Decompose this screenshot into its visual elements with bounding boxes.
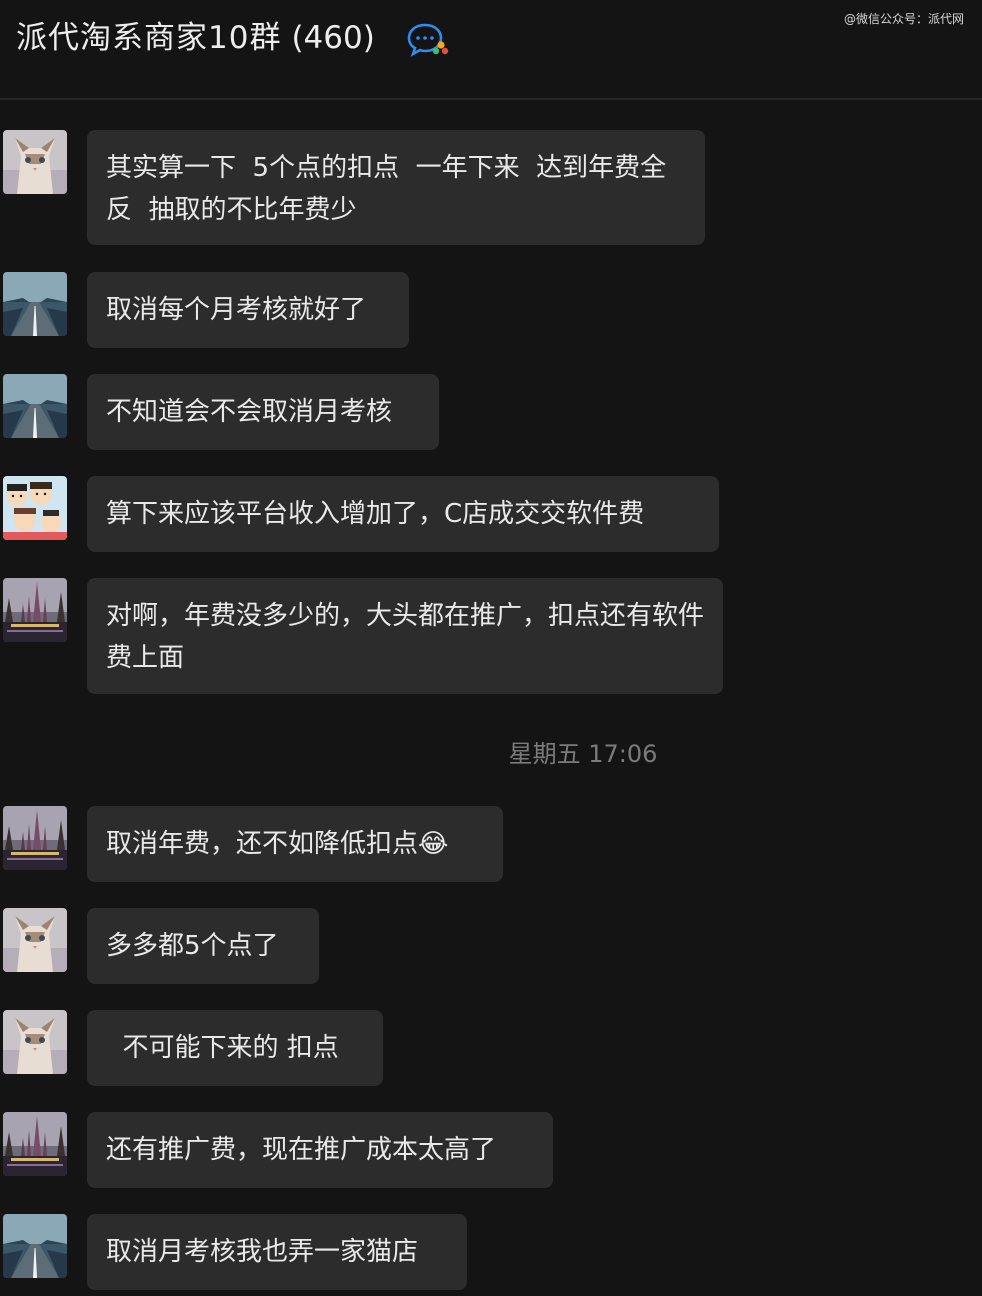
- message-bubble[interactable]: 取消每个月考核就好了: [87, 272, 409, 348]
- message-bubble[interactable]: 多多都5个点了: [87, 908, 319, 984]
- avatar-road[interactable]: [3, 374, 67, 438]
- message-list[interactable]: 其实算一下 5个点的扣点 一年下来 达到年费全反 抽取的不比年费少 取消每个月考…: [0, 100, 982, 1296]
- avatar-castle[interactable]: [3, 578, 67, 642]
- message-bubble[interactable]: 不知道会不会取消月考核: [87, 374, 439, 450]
- message-bubble[interactable]: 对啊，年费没多少的，大头都在推广，扣点还有软件费上面: [87, 578, 723, 694]
- avatar-road[interactable]: [3, 1214, 67, 1278]
- avatar-cartoon[interactable]: [3, 476, 67, 540]
- chat-bubbles-icon[interactable]: [406, 22, 450, 58]
- timestamp: 星期五 17:06: [508, 740, 658, 768]
- avatar-castle[interactable]: [3, 806, 67, 870]
- group-title[interactable]: 派代淘系商家10群 (460): [16, 16, 375, 60]
- message-bubble[interactable]: 取消年费，还不如降低扣点😂: [87, 806, 503, 882]
- avatar-road[interactable]: [3, 272, 67, 336]
- watermark: @微信公众号：派代网: [843, 12, 964, 26]
- avatar-cat[interactable]: [3, 908, 67, 972]
- member-count: (460): [291, 20, 375, 56]
- message-bubble[interactable]: 其实算一下 5个点的扣点 一年下来 达到年费全反 抽取的不比年费少: [87, 130, 705, 245]
- avatar-cat[interactable]: [3, 130, 67, 194]
- message-bubble[interactable]: 还有推广费，现在推广成本太高了: [87, 1112, 553, 1188]
- message-bubble[interactable]: 不可能下来的 扣点: [87, 1010, 383, 1086]
- avatar-castle[interactable]: [3, 1112, 67, 1176]
- message-bubble[interactable]: 取消月考核我也弄一家猫店: [87, 1214, 467, 1290]
- group-name: 派代淘系商家10群: [16, 20, 282, 56]
- avatar-cat[interactable]: [3, 1010, 67, 1074]
- message-bubble[interactable]: 算下来应该平台收入增加了，C店成交交软件费: [87, 476, 719, 552]
- chat-header: 派代淘系商家10群 (460) @微信公众号：派代网: [0, 0, 982, 100]
- chat-window: 派代淘系商家10群 (460) @微信公众号：派代网 其实算一下 5个点的扣点 …: [0, 0, 982, 1296]
